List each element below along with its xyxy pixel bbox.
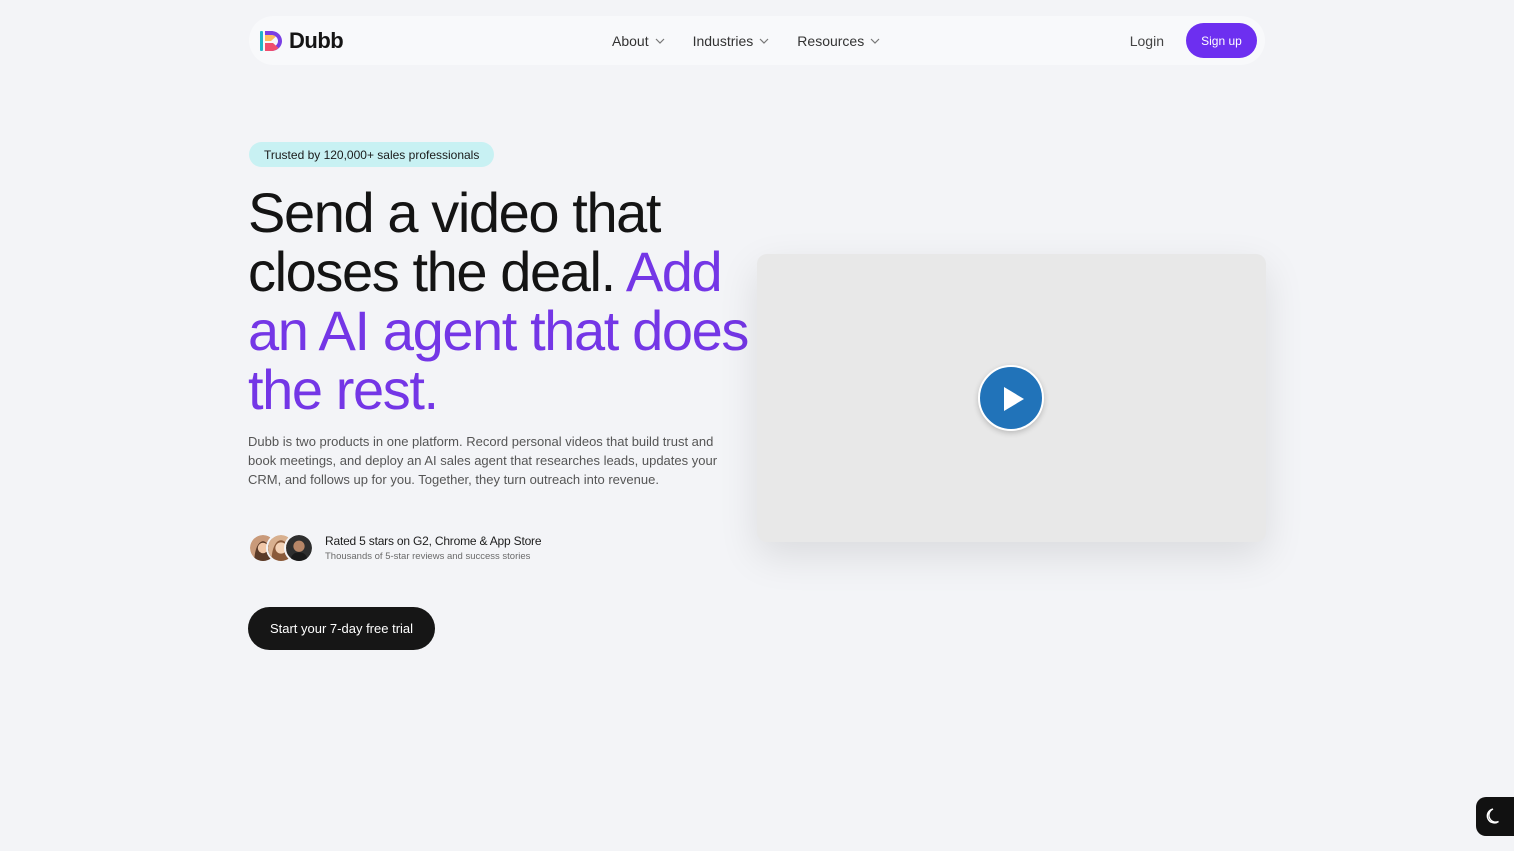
login-link[interactable]: Login <box>1130 33 1164 49</box>
hero-headline: Send a video that closes the deal. Add a… <box>248 183 768 419</box>
nav-item-resources[interactable]: Resources <box>797 33 880 49</box>
video-player[interactable] <box>757 254 1266 542</box>
rating-text: Rated 5 stars on G2, Chrome & App Store … <box>325 534 542 562</box>
chevron-down-icon <box>655 38 665 44</box>
signup-button[interactable]: Sign up <box>1186 23 1257 58</box>
avatar-group <box>248 533 314 563</box>
start-trial-button[interactable]: Start your 7-day free trial <box>248 607 435 650</box>
nav-item-label: Industries <box>692 32 754 49</box>
brand[interactable]: Dubb <box>259 27 344 54</box>
page: Dubb About Industries Resources Login Si… <box>0 0 1514 851</box>
hero-description: Dubb is two products in one platform. Re… <box>248 434 718 487</box>
nav-item-label: About <box>612 32 649 49</box>
chevron-down-icon <box>870 38 880 44</box>
play-icon <box>1004 387 1024 411</box>
nav-item-about[interactable]: About <box>612 33 665 49</box>
play-button[interactable] <box>978 365 1044 431</box>
nav-item-label: Resources <box>797 32 865 49</box>
rating-title: Rated 5 stars on G2, Chrome & App Store <box>325 534 542 548</box>
nav-links: About Industries Resources <box>612 16 880 65</box>
brand-name: Dubb <box>289 27 344 53</box>
chevron-down-icon <box>759 38 769 44</box>
dubb-logo-icon <box>260 30 282 51</box>
theme-toggle-button[interactable] <box>1476 797 1514 836</box>
avatar <box>284 533 314 563</box>
rating-block: Rated 5 stars on G2, Chrome & App Store … <box>248 533 542 563</box>
rating-subtitle: Thousands of 5-star reviews and success … <box>325 551 531 562</box>
moon-icon <box>1486 808 1499 824</box>
top-nav: Dubb About Industries Resources Login Si… <box>249 16 1265 65</box>
nav-item-industries[interactable]: Industries <box>693 33 770 49</box>
trust-badge: Trusted by 120,000+ sales professionals <box>249 142 495 167</box>
nav-actions: Login Sign up <box>1130 23 1257 58</box>
headline-main: Send a video that closes the deal. <box>248 181 661 303</box>
